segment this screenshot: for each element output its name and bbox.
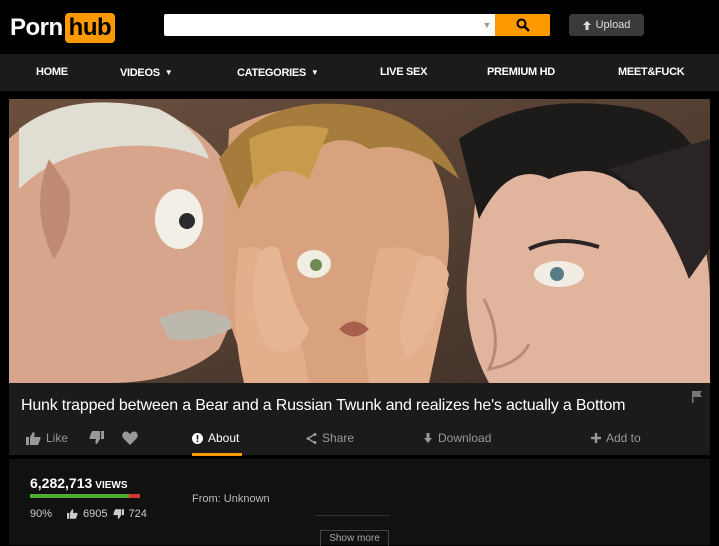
info-icon — [192, 432, 203, 444]
nav-item-categories[interactable]: CATEGORIES ▼ — [237, 54, 319, 91]
likes-count: 6905 — [83, 508, 108, 520]
thumbs-down-icon — [112, 509, 124, 519]
video-thumbnail-illustration — [9, 99, 710, 383]
rating-row: 90% 6905 724 — [30, 508, 147, 520]
flag-icon[interactable] — [692, 391, 702, 403]
plus-icon — [591, 433, 601, 443]
chevron-down-icon: ▼ — [310, 68, 319, 77]
rating-bar — [30, 494, 140, 498]
search-icon — [516, 18, 530, 32]
favorite-button[interactable] — [122, 431, 138, 445]
show-more-button[interactable]: Show more — [320, 530, 389, 546]
search-button[interactable] — [495, 14, 550, 36]
search-dropdown-caret-icon[interactable]: ▼ — [480, 14, 494, 36]
logo-text-left: Porn — [10, 14, 63, 41]
search-input[interactable] — [164, 14, 486, 36]
nav-item-label: PREMIUM HD — [487, 66, 555, 78]
dislike-button[interactable] — [89, 431, 104, 444]
video-title: Hunk trapped between a Bear and a Russia… — [21, 397, 626, 414]
main-nav: HOME VIDEOS ▼ CATEGORIES ▼ LIVE SEX PREMIU… — [0, 54, 719, 91]
from-label: From: — [192, 493, 221, 505]
heart-icon — [122, 431, 138, 445]
download-icon — [424, 432, 432, 443]
video-info-bar: Hunk trapped between a Bear and a Russia… — [9, 383, 710, 456]
share-icon — [306, 432, 317, 444]
tab-add-to[interactable]: Add to — [591, 431, 641, 445]
rating-percent: 90% — [30, 508, 53, 520]
like-label: Like — [46, 431, 69, 445]
view-count-label: VIEWS — [95, 480, 128, 491]
nav-item-meet-fuck[interactable]: MEET&FUCK — [618, 54, 685, 91]
search-box: ▼ — [164, 14, 550, 36]
tab-download-label: Download — [438, 431, 492, 445]
upload-button[interactable]: Upload — [569, 14, 644, 36]
nav-item-label: MEET&FUCK — [618, 66, 685, 78]
video-player[interactable] — [9, 99, 710, 383]
tab-about-label: About — [208, 431, 240, 445]
video-actions: Like About Share Download Add to — [9, 427, 710, 451]
dislikes-count: 724 — [128, 508, 147, 520]
thumbs-up-icon — [26, 431, 41, 445]
video-stats: 6,282,713 VIEWS 90% 6905 724 From: Unknow… — [9, 459, 710, 546]
view-count: 6,282,713 VIEWS — [30, 475, 128, 491]
nav-item-live-sex[interactable]: LIVE SEX — [380, 54, 427, 91]
tab-add-to-label: Add to — [606, 431, 641, 445]
from-value: Unknown — [223, 493, 270, 505]
divider — [316, 515, 390, 516]
thumbs-down-icon — [89, 431, 104, 444]
site-logo[interactable]: Porn hub — [10, 13, 116, 43]
chevron-down-icon: ▼ — [164, 68, 173, 77]
nav-item-home[interactable]: HOME — [36, 54, 68, 91]
logo-text-right: hub — [64, 13, 116, 43]
tab-share-label: Share — [322, 431, 355, 445]
nav-item-label: CATEGORIES — [237, 67, 306, 79]
thumbs-up-icon — [67, 509, 78, 519]
rating-bar-fill — [30, 494, 129, 498]
upload-label: Upload — [595, 19, 631, 31]
nav-item-label: HOME — [36, 66, 68, 78]
tab-about[interactable]: About — [192, 431, 239, 445]
view-count-value: 6,282,713 — [30, 475, 93, 491]
tab-download[interactable]: Download — [423, 431, 491, 445]
nav-item-videos[interactable]: VIDEOS ▼ — [120, 54, 173, 91]
upload-arrow-icon — [582, 20, 591, 30]
nav-item-label: LIVE SEX — [380, 66, 428, 78]
active-tab-indicator — [192, 453, 242, 456]
from-info: From: Unknown — [192, 493, 270, 505]
nav-item-label: VIDEOS — [120, 67, 160, 79]
like-button[interactable]: Like — [26, 431, 68, 445]
nav-item-premium-hd[interactable]: PREMIUM HD — [487, 54, 555, 91]
tab-share[interactable]: Share — [306, 431, 354, 445]
top-bar: Porn hub ▼ Upload — [0, 0, 719, 54]
